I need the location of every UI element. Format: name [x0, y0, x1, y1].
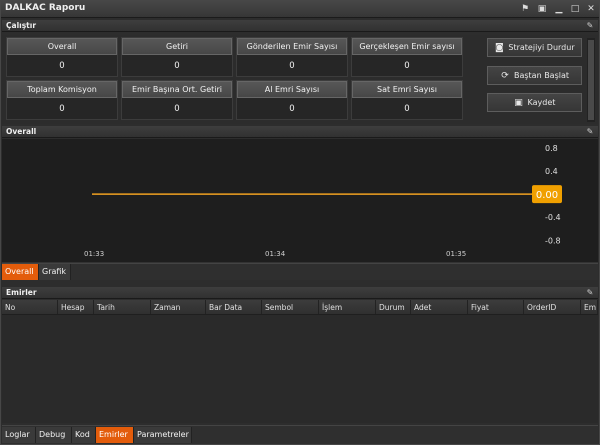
metrics-panel: Overall 0 Getiri 0 Gönderilen Emir Sayıs…: [2, 35, 598, 124]
report-window: DALKAC Raporu ⚑ ▣ ▁ □ ✕ Çalıştır ✎ Overa…: [0, 0, 600, 445]
x-tick-label: 01:34: [265, 250, 286, 258]
col-tarih[interactable]: Tarih: [94, 300, 151, 314]
metric-avg-return: Emir Başına Ort. Getiri 0: [121, 80, 233, 120]
tab-debug[interactable]: Debug: [36, 427, 72, 443]
metric-label: Getiri: [122, 38, 232, 55]
col-adet[interactable]: Adet: [411, 300, 468, 314]
orders-table-body: [2, 315, 598, 423]
metric-buy-orders: Al Emri Sayısı 0: [236, 80, 348, 120]
tab-overall[interactable]: Overall: [2, 264, 39, 280]
overall-chart: 0.8 0.4 -0.4 -0.8 01:33 01:34 01:35 0.00: [84, 144, 562, 258]
run-section-title: Çalıştır: [6, 21, 37, 30]
stop-icon: ◙: [495, 42, 504, 53]
stop-strategy-label: Stratejiyi Durdur: [508, 43, 575, 52]
col-order-id[interactable]: OrderID: [524, 300, 581, 314]
metric-label: Overall: [7, 38, 117, 55]
overall-section-title: Overall: [6, 127, 37, 136]
pin-icon[interactable]: ✎: [585, 127, 595, 137]
y-tick-label: 0.4: [545, 167, 558, 176]
metric-sell-orders: Sat Emri Sayısı 0: [351, 80, 463, 120]
pin-icon[interactable]: ✎: [585, 288, 595, 298]
overall-chart-panel: 0.8 0.4 -0.4 -0.8 01:33 01:34 01:35 0.00: [2, 139, 598, 263]
metric-label: Gerçekleşen Emir sayısı: [352, 38, 462, 55]
tab-kod[interactable]: Kod: [72, 427, 96, 443]
tab-loglar[interactable]: Loglar: [2, 427, 36, 443]
title-bar: DALKAC Raporu ⚑ ▣ ▁ □ ✕: [1, 1, 599, 18]
metric-value: 0: [59, 104, 65, 114]
overall-section-header: Overall ✎: [2, 126, 598, 138]
vertical-scrollbar[interactable]: [587, 38, 595, 122]
col-no[interactable]: No: [2, 300, 58, 314]
minimize-icon[interactable]: ▁: [553, 3, 565, 15]
orders-section-title: Emirler: [6, 288, 37, 297]
y-tick-label: -0.8: [545, 236, 561, 245]
bottom-tab-strip: Loglar Debug Kod Emirler Parametreler: [2, 425, 598, 444]
metric-label: Emir Başına Ort. Getiri: [122, 81, 232, 98]
metric-label: Al Emri Sayısı: [237, 81, 347, 98]
metric-value: 0: [289, 61, 295, 71]
col-sembol[interactable]: Sembol: [262, 300, 319, 314]
floppy-icon: ▣: [514, 97, 523, 108]
metric-value: 0: [404, 104, 410, 114]
y-tick-label: -0.4: [545, 213, 561, 222]
last-value-label: 0.00: [536, 190, 558, 201]
metric-value: 0: [289, 104, 295, 114]
metric-getiri: Getiri 0: [121, 37, 233, 77]
save-label: Kaydet: [527, 98, 556, 107]
scrollbar-thumb[interactable]: [588, 40, 594, 120]
metric-label: Gönderilen Emir Sayısı: [237, 38, 347, 55]
tab-grafik[interactable]: Grafik: [39, 264, 71, 280]
col-hesap[interactable]: Hesap: [58, 300, 94, 314]
metric-label: Toplam Komisyon: [7, 81, 117, 98]
metric-total-commission: Toplam Komisyon 0: [6, 80, 118, 120]
run-section-header: Çalıştır ✎: [2, 20, 598, 32]
metric-value: 0: [59, 61, 65, 71]
col-zaman[interactable]: Zaman: [151, 300, 206, 314]
save-button[interactable]: ▣ Kaydet: [487, 93, 582, 112]
pin-icon[interactable]: ✎: [585, 21, 595, 31]
metric-value: 0: [404, 61, 410, 71]
y-tick-label: 0.8: [545, 144, 558, 153]
flag-icon[interactable]: ⚑: [519, 3, 531, 15]
refresh-icon: ⟳: [501, 70, 509, 81]
col-durum[interactable]: Durum: [376, 300, 411, 314]
col-em[interactable]: Em: [581, 300, 598, 314]
tab-emirler[interactable]: Emirler: [96, 427, 134, 443]
restart-button[interactable]: ⟳ Baştan Başlat: [487, 66, 582, 85]
metric-overall: Overall 0: [6, 37, 118, 77]
orders-table-header: No Hesap Tarih Zaman Bar Data Sembol İşl…: [2, 300, 598, 315]
restart-label: Baştan Başlat: [513, 71, 570, 80]
metric-filled-orders: Gerçekleşen Emir sayısı 0: [351, 37, 463, 77]
stop-strategy-button[interactable]: ◙ Stratejiyi Durdur: [487, 38, 582, 57]
save-icon[interactable]: ▣: [536, 3, 548, 15]
col-fiyat[interactable]: Fiyat: [468, 300, 524, 314]
col-bar-data[interactable]: Bar Data: [206, 300, 262, 314]
orders-section-header: Emirler ✎: [2, 287, 598, 299]
metric-value: 0: [174, 61, 180, 71]
col-islem[interactable]: İşlem: [319, 300, 376, 314]
x-tick-label: 01:33: [84, 250, 104, 258]
maximize-icon[interactable]: □: [569, 3, 581, 15]
metric-label: Sat Emri Sayısı: [352, 81, 462, 98]
metric-value: 0: [174, 104, 180, 114]
window-title: DALKAC Raporu: [5, 3, 86, 13]
close-icon[interactable]: ✕: [585, 3, 597, 15]
metric-sent-orders: Gönderilen Emir Sayısı 0: [236, 37, 348, 77]
x-tick-label: 01:35: [446, 250, 466, 258]
chart-tab-strip: Overall Grafik: [2, 263, 598, 280]
tab-parametreler[interactable]: Parametreler: [134, 427, 192, 443]
